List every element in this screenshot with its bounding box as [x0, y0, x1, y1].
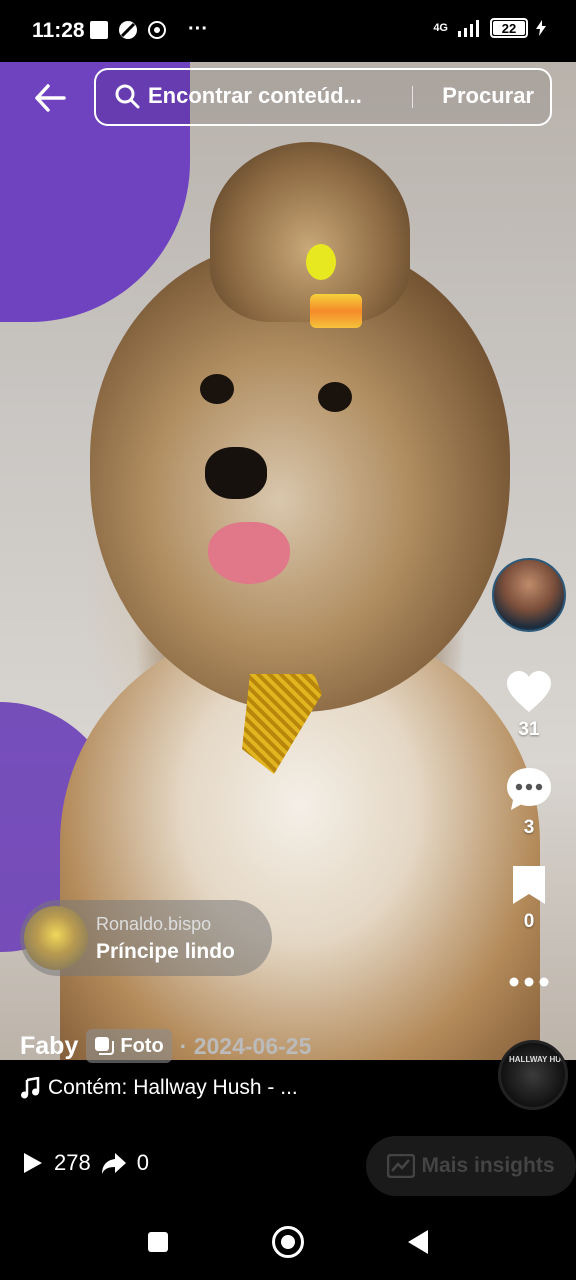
insights-button[interactable]: Mais insights: [366, 1136, 576, 1196]
network-type: 4G: [433, 22, 448, 34]
search-input[interactable]: Encontrar conteúd...: [148, 83, 362, 109]
post-date: · 2024-06-25: [179, 1032, 312, 1059]
share-arrow-icon: [101, 1153, 126, 1174]
creator-avatar[interactable]: [492, 558, 566, 632]
search-icon: [115, 84, 140, 109]
dog-tongue: [208, 522, 290, 584]
chart-icon: [387, 1154, 416, 1178]
music-disc[interactable]: HALLWAY HUSH: [498, 1040, 568, 1110]
status-bar: 11:28 ··· 4G 22: [0, 0, 576, 62]
like-count: 31: [518, 719, 540, 740]
music-info[interactable]: Contém: Hallway Hush - ...: [20, 1076, 298, 1100]
status-time: 11:28: [32, 19, 85, 42]
music-disc-label: HALLWAY HUSH: [509, 1055, 568, 1064]
photo-badge-label: Foto: [120, 1034, 164, 1057]
mention-avatar: [24, 906, 88, 970]
author-name[interactable]: Faby: [20, 1032, 78, 1061]
view-count: 278: [54, 1150, 91, 1175]
play-icon: [24, 1153, 42, 1173]
more-options-button[interactable]: [498, 975, 560, 994]
dog-nose: [205, 447, 267, 499]
signal-icon: [458, 20, 479, 37]
hair-clip-yellow: [306, 244, 336, 280]
dog-left-eye: [200, 374, 234, 404]
charging-icon: [536, 20, 546, 36]
bookmark-icon: [513, 866, 545, 904]
notification-square-icon: [90, 20, 108, 39]
more-dots-icon: [509, 977, 549, 987]
arrow-left-icon: [35, 84, 66, 112]
mention-username: Ronaldo.bispo: [96, 914, 212, 934]
bookmark-button[interactable]: 0: [498, 864, 560, 933]
back-button[interactable]: [28, 76, 72, 120]
like-button[interactable]: 31: [498, 670, 560, 741]
search-bar[interactable]: Encontrar conteúd... Procurar: [94, 68, 552, 126]
dog-topknot: [210, 142, 410, 322]
mention-sticker[interactable]: Ronaldo.bispo Príncipe lindo: [20, 900, 272, 976]
share-count: 0: [136, 1150, 149, 1175]
insights-label: Mais insights: [421, 1154, 555, 1177]
search-divider: [412, 86, 413, 108]
battery-icon: 22: [490, 18, 528, 38]
search-button[interactable]: Procurar: [442, 83, 534, 109]
no-sim-icon: [119, 20, 137, 39]
photo-stack-icon: [95, 1037, 115, 1055]
mention-title: Príncipe lindo: [96, 940, 235, 963]
top-bar: Encontrar conteúd... Procurar: [0, 62, 576, 132]
more-notifications-icon: ···: [188, 18, 208, 40]
comment-count: 3: [523, 817, 535, 838]
chrome-icon: [148, 20, 166, 39]
system-back-button[interactable]: [408, 1230, 428, 1254]
post-meta: Faby Foto · 2024-06-25: [20, 1026, 311, 1066]
home-button[interactable]: [272, 1226, 304, 1258]
music-note-icon: [21, 1077, 40, 1099]
comment-icon: [507, 768, 551, 810]
heart-icon: [507, 671, 551, 712]
system-nav-bar: [0, 1200, 576, 1280]
status-system-icons: 4G 22: [433, 18, 546, 38]
status-notification-icons: ···: [90, 18, 208, 41]
comment-button[interactable]: 3: [498, 766, 560, 839]
bookmark-count: 0: [523, 911, 535, 932]
dog-right-eye: [318, 382, 352, 412]
photo-badge: Foto: [86, 1029, 172, 1063]
recent-apps-button[interactable]: [148, 1232, 168, 1252]
post-stats: 278 0: [22, 1150, 149, 1176]
music-title: Contém: Hallway Hush - ...: [48, 1076, 298, 1099]
hair-clip-striped: [310, 294, 362, 328]
